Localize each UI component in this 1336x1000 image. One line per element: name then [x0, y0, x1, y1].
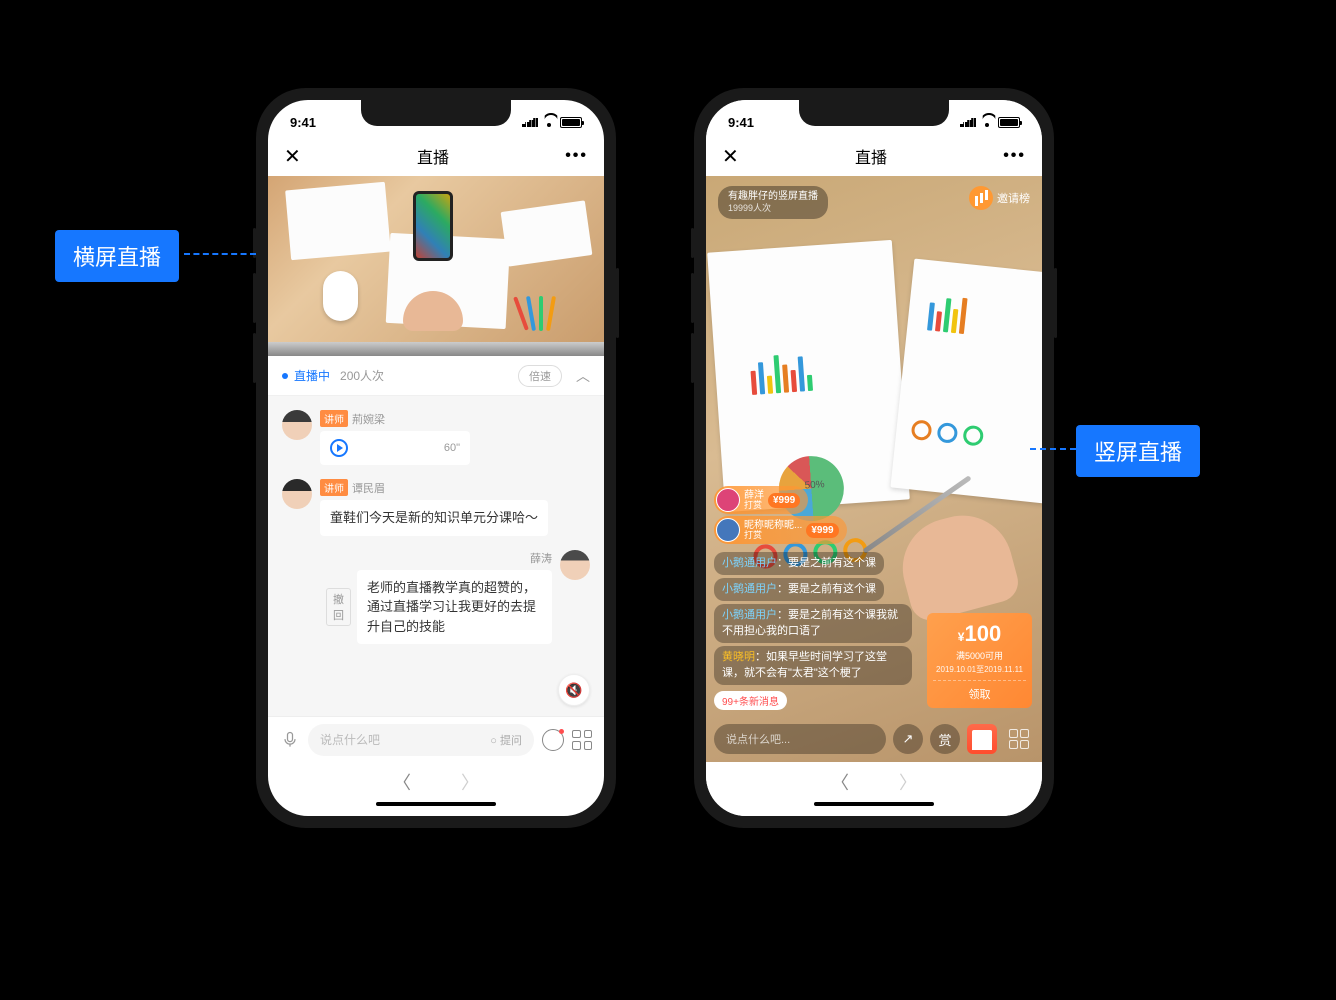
avatar [716, 488, 740, 512]
new-messages-button[interactable]: 99+条新消息 [714, 691, 787, 710]
status-time: 9:41 [290, 115, 316, 130]
close-button[interactable]: ✕ [722, 144, 739, 169]
landscape-label: 横屏直播 [55, 230, 179, 282]
comments-icon[interactable] [542, 729, 564, 751]
collapse-button[interactable]: ︿ [576, 366, 590, 386]
avatar[interactable] [282, 479, 312, 509]
status-time: 9:41 [728, 115, 754, 130]
teacher-badge: 讲师 [320, 410, 348, 427]
back-button[interactable]: 〈 [831, 769, 849, 795]
more-button[interactable]: ••• [565, 147, 588, 165]
more-button[interactable]: ••• [1003, 147, 1026, 165]
comment-item: 黄晓明：如果早些时间学习了这堂课，就不会有"太君"这个梗了 [714, 646, 912, 685]
phone-landscape-mock: 9:41 ✕ 直播 ••• 直播中 200人次 倍速 ︿ [256, 88, 616, 828]
text-message: 老师的直播教学真的超赞的，通过直播学习让我更好的去提升自己的技能 [357, 570, 552, 645]
annotation-line [1030, 448, 1076, 450]
chat-message: 讲师谭民眉 童鞋们今天是新的知识单元分课哈～ [282, 479, 590, 536]
video-player-fullscreen[interactable]: 有趣胖仔的竖屏直播 19999人次 邀请榜 薛洋打赏 ¥999 昵称昵称昵...… [706, 176, 1042, 762]
input-bar: 说点什么吧... ↗ 赏 [714, 724, 1034, 754]
reward-button[interactable]: 赏 [930, 724, 960, 754]
page-title: 直播 [855, 144, 887, 168]
leaderboard-icon [969, 186, 993, 210]
ask-question-toggle[interactable]: ○ 提问 [490, 732, 522, 748]
audio-message[interactable]: 60" [320, 431, 470, 465]
avatar[interactable] [560, 550, 590, 580]
live-indicator-icon [282, 373, 288, 379]
username: 薛涛 [530, 550, 552, 566]
recall-button[interactable]: 撤回 [326, 588, 351, 626]
video-player[interactable] [268, 176, 604, 356]
wifi-icon [980, 117, 994, 127]
gift-notification[interactable]: 昵称昵称昵...打赏 ¥999 [714, 516, 847, 544]
chat-message-own: 薛涛 撤回 老师的直播教学真的超赞的，通过直播学习让我更好的去提升自己的技能 [282, 550, 590, 645]
browser-nav: 〈 〉 [706, 762, 1042, 802]
coupon-amount: ¥100 [933, 621, 1026, 647]
room-viewers: 19999人次 [728, 203, 818, 215]
apps-button[interactable] [1004, 724, 1034, 754]
message-input[interactable]: 说点什么吧 ○ 提问 [308, 724, 534, 756]
live-status-bar: 直播中 200人次 倍速 ︿ [268, 356, 604, 396]
username: 荊婉梁 [352, 411, 385, 427]
view-count: 200人次 [340, 367, 512, 384]
share-button[interactable]: ↗ [893, 724, 923, 754]
audio-duration: 60" [444, 440, 460, 457]
shop-button[interactable] [967, 724, 997, 754]
mute-button[interactable]: 🔇 [558, 674, 590, 706]
back-button[interactable]: 〈 [393, 769, 411, 795]
gift-amount: ¥999 [806, 523, 838, 538]
play-icon[interactable] [330, 439, 348, 457]
wifi-icon [542, 117, 556, 127]
portrait-label: 竖屏直播 [1076, 425, 1200, 477]
page-title: 直播 [417, 144, 449, 168]
comment-item: 小鹅通用户：要是之前有这个课 [714, 578, 884, 601]
chat-message: 讲师荊婉梁 60" [282, 410, 590, 465]
claim-button[interactable]: 领取 [933, 680, 1026, 702]
teacher-badge: 讲师 [320, 479, 348, 496]
nav-bar: ✕ 直播 ••• [268, 136, 604, 176]
avatar[interactable] [282, 410, 312, 440]
apps-icon[interactable] [572, 730, 592, 750]
annotation-line [184, 253, 256, 255]
username: 谭民眉 [352, 480, 385, 496]
room-info-pill[interactable]: 有趣胖仔的竖屏直播 19999人次 [718, 186, 828, 219]
signal-icon [522, 117, 538, 127]
gift-amount: ¥999 [768, 493, 800, 508]
chat-area[interactable]: 讲师荊婉梁 60" 讲师谭民眉 童鞋们今天是新的知识单元分课哈～ 薛涛 [268, 396, 604, 716]
coupon-validity: 2019.10.01至2019.11.11 [933, 664, 1026, 675]
playback-speed-button[interactable]: 倍速 [518, 365, 562, 387]
home-indicator[interactable] [268, 802, 604, 816]
invite-leaderboard-button[interactable]: 邀请榜 [969, 186, 1030, 210]
comment-item: 小鹅通用户：要是之前有这个课我就不用担心我的口语了 [714, 604, 912, 643]
comment-item: 小鹅通用户：要是之前有这个课 [714, 552, 884, 575]
avatar [716, 518, 740, 542]
browser-nav: 〈 〉 [268, 762, 604, 802]
battery-icon [560, 117, 582, 128]
coupon-card[interactable]: ¥100 满5000可用 2019.10.01至2019.11.11 领取 [927, 613, 1032, 708]
home-indicator[interactable] [706, 802, 1042, 816]
live-comments: 小鹅通用户：要是之前有这个课 小鹅通用户：要是之前有这个课 小鹅通用户：要是之前… [714, 552, 912, 710]
message-input[interactable]: 说点什么吧... [714, 724, 886, 754]
forward-button[interactable]: 〉 [461, 769, 479, 795]
gift-notification[interactable]: 薛洋打赏 ¥999 [714, 486, 808, 514]
coupon-condition: 满5000可用 [933, 649, 1026, 662]
battery-icon [998, 117, 1020, 128]
text-message: 童鞋们今天是新的知识单元分课哈～ [320, 500, 548, 536]
nav-bar: ✕ 直播 ••• [706, 136, 1042, 176]
forward-button[interactable]: 〉 [899, 769, 917, 795]
live-status-text: 直播中 [294, 367, 330, 384]
phone-portrait-mock: 9:41 ✕ 直播 ••• [694, 88, 1054, 828]
input-bar: 说点什么吧 ○ 提问 [268, 716, 604, 762]
close-button[interactable]: ✕ [284, 144, 301, 169]
voice-input-icon[interactable] [280, 730, 300, 750]
room-title: 有趣胖仔的竖屏直播 [728, 190, 818, 203]
signal-icon [960, 117, 976, 127]
